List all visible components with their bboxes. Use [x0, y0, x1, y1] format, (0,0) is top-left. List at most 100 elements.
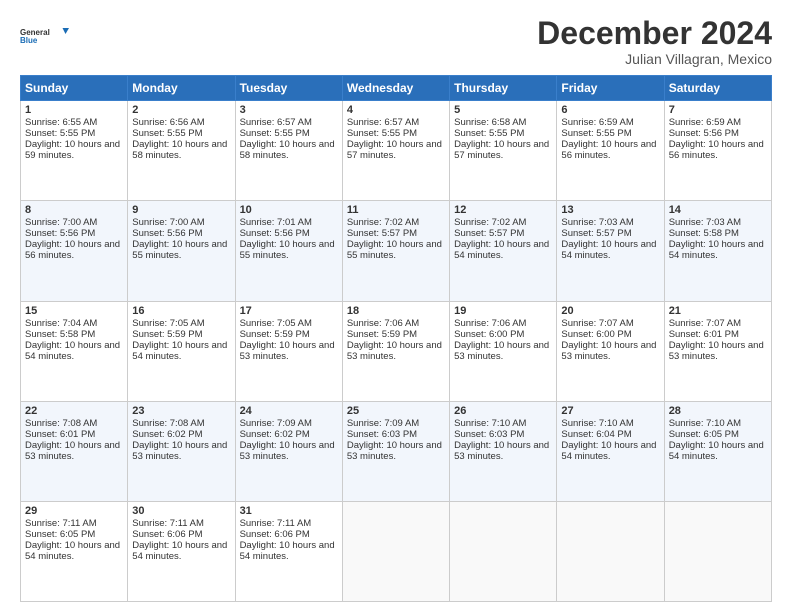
sunrise-text: Sunrise: 7:02 AM — [347, 217, 419, 228]
sunset-text: Sunset: 6:01 PM — [25, 429, 95, 440]
day-number: 8 — [25, 204, 123, 216]
sunset-text: Sunset: 6:06 PM — [132, 529, 202, 540]
calendar-cell: 18 Sunrise: 7:06 AM Sunset: 5:59 PM Dayl… — [342, 301, 449, 401]
sunset-text: Sunset: 6:02 PM — [240, 429, 310, 440]
calendar-cell: 28 Sunrise: 7:10 AM Sunset: 6:05 PM Dayl… — [664, 401, 771, 501]
logo: General Blue — [20, 16, 70, 56]
day-number: 31 — [240, 505, 338, 517]
day-number: 9 — [132, 204, 230, 216]
daylight-label: Daylight: 10 hours and 57 minutes. — [347, 139, 442, 161]
main-title: December 2024 — [537, 16, 772, 51]
sunrise-text: Sunrise: 7:11 AM — [132, 518, 204, 529]
sunrise-text: Sunrise: 7:10 AM — [561, 418, 633, 429]
daylight-label: Daylight: 10 hours and 53 minutes. — [240, 340, 335, 362]
sunset-text: Sunset: 6:03 PM — [454, 429, 524, 440]
calendar-week-row: 22 Sunrise: 7:08 AM Sunset: 6:01 PM Dayl… — [21, 401, 772, 501]
day-number: 14 — [669, 204, 767, 216]
sunset-text: Sunset: 6:06 PM — [240, 529, 310, 540]
calendar-cell: 4 Sunrise: 6:57 AM Sunset: 5:55 PM Dayli… — [342, 101, 449, 201]
sunrise-text: Sunrise: 6:56 AM — [132, 117, 204, 128]
calendar-cell: 3 Sunrise: 6:57 AM Sunset: 5:55 PM Dayli… — [235, 101, 342, 201]
sunrise-text: Sunrise: 7:11 AM — [25, 518, 97, 529]
calendar-cell: 19 Sunrise: 7:06 AM Sunset: 6:00 PM Dayl… — [450, 301, 557, 401]
daylight-label: Daylight: 10 hours and 55 minutes. — [240, 239, 335, 261]
calendar-day-header: Saturday — [664, 76, 771, 101]
sunrise-text: Sunrise: 7:06 AM — [454, 318, 526, 329]
daylight-label: Daylight: 10 hours and 58 minutes. — [240, 139, 335, 161]
subtitle: Julian Villagran, Mexico — [537, 51, 772, 67]
daylight-label: Daylight: 10 hours and 54 minutes. — [25, 340, 120, 362]
title-block: December 2024 Julian Villagran, Mexico — [537, 16, 772, 67]
daylight-label: Daylight: 10 hours and 54 minutes. — [132, 540, 227, 562]
sunrise-text: Sunrise: 6:55 AM — [25, 117, 97, 128]
logo-svg: General Blue — [20, 16, 70, 56]
sunrise-text: Sunrise: 7:01 AM — [240, 217, 312, 228]
calendar-cell: 7 Sunrise: 6:59 AM Sunset: 5:56 PM Dayli… — [664, 101, 771, 201]
sunrise-text: Sunrise: 7:07 AM — [669, 318, 741, 329]
sunrise-text: Sunrise: 7:05 AM — [240, 318, 312, 329]
calendar-cell: 2 Sunrise: 6:56 AM Sunset: 5:55 PM Dayli… — [128, 101, 235, 201]
sunrise-text: Sunrise: 7:08 AM — [25, 418, 97, 429]
sunset-text: Sunset: 5:55 PM — [347, 128, 417, 139]
sunrise-text: Sunrise: 7:00 AM — [25, 217, 97, 228]
day-number: 17 — [240, 305, 338, 317]
day-number: 7 — [669, 104, 767, 116]
daylight-label: Daylight: 10 hours and 54 minutes. — [132, 340, 227, 362]
header: General Blue December 2024 Julian Villag… — [20, 16, 772, 67]
sunrise-text: Sunrise: 7:04 AM — [25, 318, 97, 329]
sunrise-text: Sunrise: 6:58 AM — [454, 117, 526, 128]
sunset-text: Sunset: 5:56 PM — [132, 228, 202, 239]
daylight-label: Daylight: 10 hours and 57 minutes. — [454, 139, 549, 161]
sunrise-text: Sunrise: 7:09 AM — [347, 418, 419, 429]
day-number: 12 — [454, 204, 552, 216]
day-number: 10 — [240, 204, 338, 216]
day-number: 23 — [132, 405, 230, 417]
calendar-cell — [342, 501, 449, 601]
calendar-cell: 17 Sunrise: 7:05 AM Sunset: 5:59 PM Dayl… — [235, 301, 342, 401]
sunset-text: Sunset: 6:04 PM — [561, 429, 631, 440]
daylight-label: Daylight: 10 hours and 53 minutes. — [347, 340, 442, 362]
daylight-label: Daylight: 10 hours and 53 minutes. — [25, 440, 120, 462]
sunrise-text: Sunrise: 7:08 AM — [132, 418, 204, 429]
sunset-text: Sunset: 5:57 PM — [347, 228, 417, 239]
day-number: 4 — [347, 104, 445, 116]
calendar-cell: 14 Sunrise: 7:03 AM Sunset: 5:58 PM Dayl… — [664, 201, 771, 301]
daylight-label: Daylight: 10 hours and 53 minutes. — [240, 440, 335, 462]
daylight-label: Daylight: 10 hours and 54 minutes. — [669, 440, 764, 462]
calendar-day-header: Wednesday — [342, 76, 449, 101]
daylight-label: Daylight: 10 hours and 53 minutes. — [454, 440, 549, 462]
sunset-text: Sunset: 6:05 PM — [25, 529, 95, 540]
daylight-label: Daylight: 10 hours and 58 minutes. — [132, 139, 227, 161]
calendar-cell: 23 Sunrise: 7:08 AM Sunset: 6:02 PM Dayl… — [128, 401, 235, 501]
calendar-cell: 25 Sunrise: 7:09 AM Sunset: 6:03 PM Dayl… — [342, 401, 449, 501]
daylight-label: Daylight: 10 hours and 55 minutes. — [347, 239, 442, 261]
calendar-cell: 11 Sunrise: 7:02 AM Sunset: 5:57 PM Dayl… — [342, 201, 449, 301]
sunrise-text: Sunrise: 7:03 AM — [561, 217, 633, 228]
daylight-label: Daylight: 10 hours and 54 minutes. — [240, 540, 335, 562]
sunrise-text: Sunrise: 7:02 AM — [454, 217, 526, 228]
sunrise-text: Sunrise: 7:05 AM — [132, 318, 204, 329]
day-number: 15 — [25, 305, 123, 317]
sunset-text: Sunset: 6:00 PM — [561, 329, 631, 340]
day-number: 20 — [561, 305, 659, 317]
sunrise-text: Sunrise: 7:00 AM — [132, 217, 204, 228]
daylight-label: Daylight: 10 hours and 59 minutes. — [25, 139, 120, 161]
sunrise-text: Sunrise: 7:03 AM — [669, 217, 741, 228]
day-number: 29 — [25, 505, 123, 517]
calendar-cell — [664, 501, 771, 601]
sunset-text: Sunset: 6:01 PM — [669, 329, 739, 340]
sunset-text: Sunset: 5:58 PM — [669, 228, 739, 239]
calendar-table: SundayMondayTuesdayWednesdayThursdayFrid… — [20, 75, 772, 602]
sunset-text: Sunset: 5:58 PM — [25, 329, 95, 340]
daylight-label: Daylight: 10 hours and 55 minutes. — [132, 239, 227, 261]
sunset-text: Sunset: 5:59 PM — [347, 329, 417, 340]
day-number: 6 — [561, 104, 659, 116]
daylight-label: Daylight: 10 hours and 53 minutes. — [561, 340, 656, 362]
sunrise-text: Sunrise: 7:10 AM — [669, 418, 741, 429]
day-number: 28 — [669, 405, 767, 417]
day-number: 5 — [454, 104, 552, 116]
daylight-label: Daylight: 10 hours and 56 minutes. — [669, 139, 764, 161]
sunset-text: Sunset: 5:57 PM — [561, 228, 631, 239]
sunset-text: Sunset: 5:56 PM — [669, 128, 739, 139]
calendar-cell — [557, 501, 664, 601]
